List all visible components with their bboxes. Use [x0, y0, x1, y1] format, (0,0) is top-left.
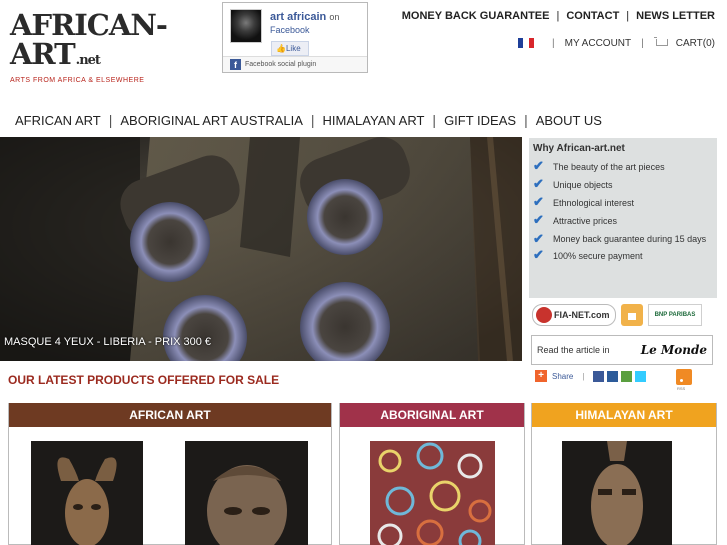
category-header-aboriginal-art[interactable]: ABORIGINAL ART [340, 403, 524, 427]
facebook-page-name[interactable]: art africain on [270, 11, 339, 23]
category-aboriginal-art: ABORIGINAL ART [339, 403, 525, 545]
product-thumbnail[interactable] [185, 441, 308, 545]
french-flag-icon[interactable] [518, 38, 534, 48]
checkmark-icon: ✔ [533, 212, 544, 227]
newsletter-link[interactable]: NEWS LETTER [636, 10, 715, 22]
why-item: ✔ Ethnological interest [533, 194, 635, 209]
facebook-widget: art africain on Facebook 👍Like Facebook … [222, 2, 368, 73]
category-african-art: AFRICAN ART [8, 403, 332, 545]
checkmark-icon: ✔ [533, 194, 544, 209]
delicious-share-icon[interactable] [621, 370, 633, 382]
product-thumbnail[interactable] [31, 441, 143, 545]
facebook-on-text: on [329, 12, 340, 22]
facebook-like-button[interactable]: 👍Like [271, 41, 309, 56]
checkmark-icon: ✔ [533, 247, 544, 262]
himalayan-mask-image [562, 441, 672, 545]
share-bar: + Share | [535, 370, 647, 382]
hero-caption: MASQUE 4 YEUX - LIBERIA - PRIX 300 € [4, 336, 212, 348]
logo-suffix: .net [75, 53, 101, 68]
african-mask-image-1 [31, 441, 143, 545]
cart-link[interactable]: CART(0) [676, 38, 715, 49]
why-us-title: Why African-art.net [533, 143, 625, 154]
facebook-link[interactable]: Facebook [270, 25, 310, 35]
category-header-african-art[interactable]: AFRICAN ART [9, 403, 331, 427]
thumbs-up-icon: 👍 [276, 44, 286, 53]
checkmark-icon: ✔ [533, 231, 544, 246]
latest-products-title: OUR LATEST PRODUCTS OFFERED FOR SALE [8, 373, 280, 387]
main-navigation: AFRICAN ART | ABORIGINAL ART AUSTRALIA |… [7, 110, 610, 130]
nav-aboriginal-art-australia[interactable]: ABORIGINAL ART AUSTRALIA [112, 113, 311, 128]
contact-link[interactable]: CONTACT [566, 10, 619, 22]
account-row: | MY ACCOUNT | CART(0) [518, 37, 715, 49]
fianet-logo-icon [536, 307, 552, 323]
hero-banner[interactable]: MASQUE 4 YEUX - LIBERIA - PRIX 300 € [0, 137, 522, 361]
logo-text-line2: ART.net [10, 37, 101, 71]
money-back-guarantee-link[interactable]: MONEY BACK GUARANTEE [402, 10, 550, 22]
checkmark-icon: ✔ [533, 158, 544, 173]
product-thumbnail[interactable] [562, 441, 672, 545]
site-logo[interactable]: AFRICAN- ART.net ARTS FROM AFRICA & ELSE… [10, 8, 175, 84]
logo-text-line1: AFRICAN- [10, 8, 168, 42]
why-item: ✔ Unique objects [533, 176, 613, 191]
cart-icon[interactable] [653, 37, 668, 49]
logo-tagline: ARTS FROM AFRICA & ELSEWHERE [10, 77, 145, 84]
category-header-himalayan-art[interactable]: HIMALAYAN ART [532, 403, 716, 427]
twitter-share-icon[interactable] [635, 370, 647, 382]
category-himalayan-art: HIMALAYAN ART [531, 403, 717, 545]
hero-mask-image [0, 137, 522, 361]
why-item: ✔ 100% secure payment [533, 247, 643, 262]
nav-about-us[interactable]: ABOUT US [528, 113, 610, 128]
press-article-text: Read the article in [537, 345, 610, 355]
facebook-icon: f [230, 59, 241, 70]
why-us-panel: Why African-art.net ✔ The beauty of the a… [529, 138, 717, 298]
checkmark-icon: ✔ [533, 176, 544, 191]
my-account-link[interactable]: MY ACCOUNT [565, 38, 632, 49]
product-thumbnail[interactable] [370, 441, 495, 545]
myspace-share-icon[interactable] [607, 370, 619, 382]
fianet-badge[interactable]: FIA-NET.com [532, 304, 616, 326]
share-link[interactable]: Share [552, 372, 573, 381]
rss-label: RSS [677, 386, 686, 391]
aboriginal-painting-image [370, 441, 495, 545]
african-mask-image-2 [185, 441, 308, 545]
secure-lock-icon [621, 304, 643, 326]
share-plus-icon[interactable]: + [535, 370, 547, 382]
le-monde-logo: Le Monde [640, 343, 707, 357]
nav-gift-ideas[interactable]: GIFT IDEAS [436, 113, 524, 128]
nav-african-art[interactable]: AFRICAN ART [7, 113, 109, 128]
facebook-share-icon[interactable] [593, 370, 605, 382]
top-links: MONEY BACK GUARANTEE | CONTACT | NEWS LETTER [401, 10, 715, 22]
trust-badges: FIA-NET.com BNP PARIBAS [529, 300, 717, 330]
press-article-box[interactable]: Read the article in Le Monde [531, 335, 713, 365]
why-item: ✔ Attractive prices [533, 212, 618, 227]
nav-himalayan-art[interactable]: HIMALAYAN ART [315, 113, 433, 128]
facebook-plugin-label: Facebook social plugin [223, 56, 367, 72]
why-item: ✔ The beauty of the art pieces [533, 158, 665, 173]
why-item: ✔ Money back guarantee during 15 days [533, 231, 707, 246]
bnp-paribas-badge[interactable]: BNP PARIBAS [648, 304, 702, 326]
facebook-page-avatar[interactable] [230, 9, 262, 43]
rss-icon[interactable] [676, 369, 692, 385]
